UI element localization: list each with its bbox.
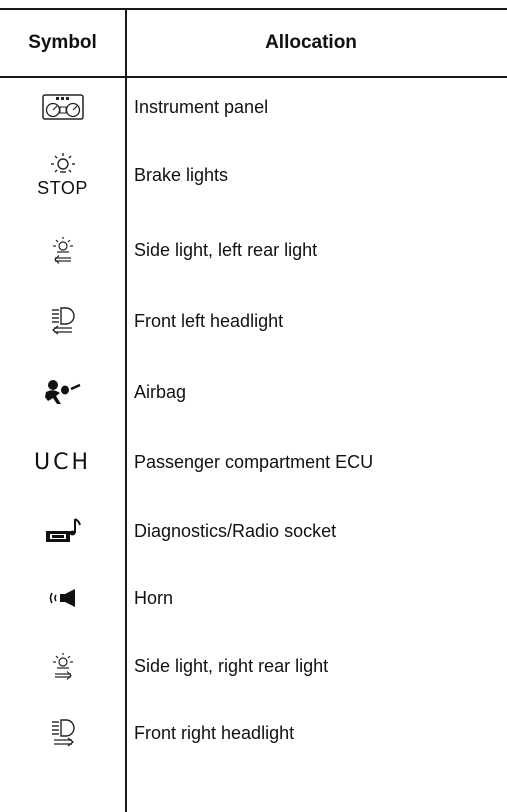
side-light-left-icon	[51, 236, 75, 264]
symbol-cell	[0, 307, 125, 335]
symbol-cell	[0, 587, 125, 609]
symbol-cell	[0, 517, 125, 545]
table-header: Symbol Allocation	[0, 10, 507, 76]
instrument-panel-icon	[41, 94, 84, 120]
allocation-label: Horn	[134, 587, 174, 608]
allocation-label: Passenger compartment ECU	[134, 451, 374, 472]
allocation-label: Airbag	[134, 381, 187, 402]
symbol-cell	[0, 652, 125, 680]
symbol-cell	[0, 94, 125, 120]
allocation-label: Diagnostics/Radio socket	[134, 520, 337, 541]
table-row: Diagnostics/Radio socket	[0, 496, 507, 566]
stop-label: STOP	[37, 177, 88, 198]
symbol-cell: STOP	[0, 152, 125, 199]
header-allocation: Allocation	[265, 32, 357, 53]
allocation-label: Front right headlight	[134, 722, 295, 743]
table-row: Horn	[0, 566, 507, 630]
table-row: Front left headlight	[0, 286, 507, 356]
allocation-label: Side light, right rear light	[134, 655, 329, 676]
symbol-cell: UCH	[0, 450, 125, 475]
headlight-left-icon	[50, 307, 76, 335]
horn-icon	[48, 587, 78, 609]
table-row: Side light, right rear light	[0, 630, 507, 702]
allocation-label: Instrument panel	[134, 96, 269, 117]
side-light-right-icon	[51, 652, 75, 680]
airbag-icon	[43, 379, 83, 405]
radio-socket-icon	[45, 517, 81, 545]
table-row: UCH Passenger compartment ECU	[0, 428, 507, 496]
allocation-label: Side light, left rear light	[134, 239, 318, 260]
brake-lights-icon	[50, 152, 76, 176]
fuse-allocation-table: Symbol Allocation Instrument panel STOP …	[0, 8, 507, 764]
allocation-label: Brake lights	[134, 164, 229, 185]
header-symbol: Symbol	[28, 32, 97, 53]
uch-label: UCH	[33, 449, 91, 475]
headlight-right-icon	[50, 719, 76, 747]
table-row: STOP Brake lights	[0, 136, 507, 214]
symbol-cell	[0, 379, 125, 405]
table-row: Instrument panel	[0, 78, 507, 136]
table-row: Airbag	[0, 356, 507, 428]
symbol-cell	[0, 236, 125, 264]
table-row: Side light, left rear light	[0, 214, 507, 286]
symbol-cell	[0, 719, 125, 747]
table-row: Front right headlight	[0, 702, 507, 764]
allocation-label: Front left headlight	[134, 310, 284, 331]
